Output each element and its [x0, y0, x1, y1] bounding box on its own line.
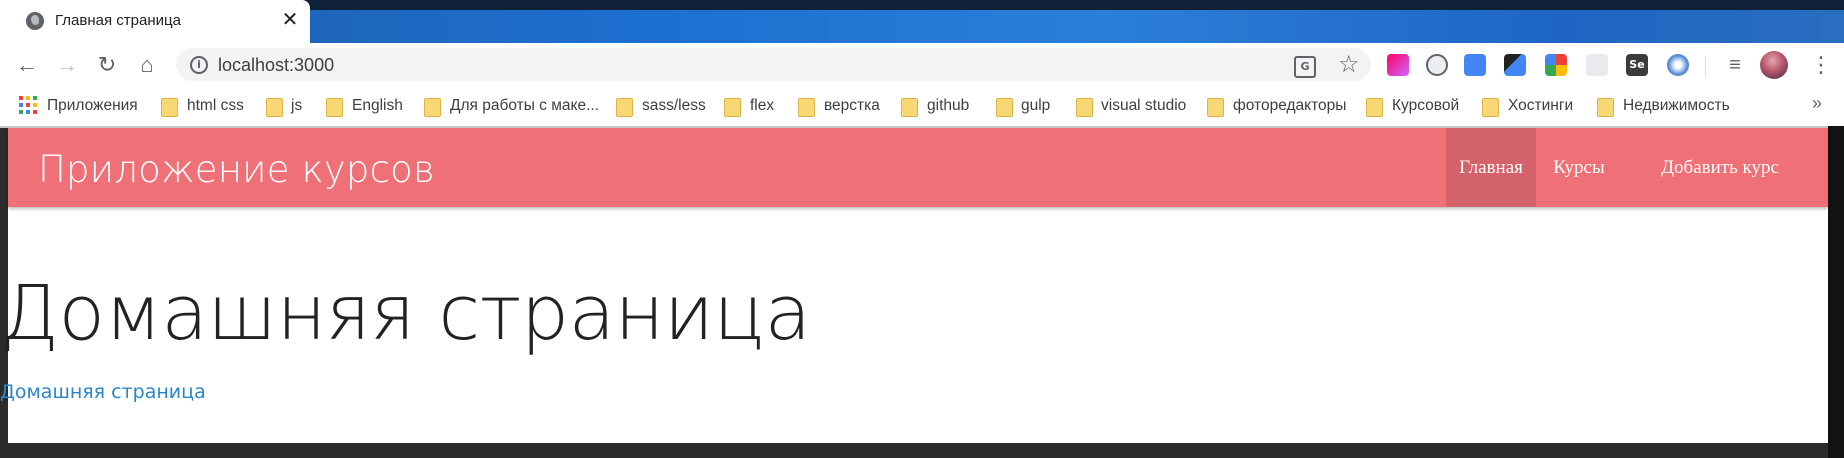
bookmark-kursovoy[interactable]: Курсовой [1392, 96, 1459, 116]
forward-icon[interactable]: → [52, 50, 82, 80]
folder-icon [1482, 98, 1499, 117]
folder-icon [616, 98, 633, 117]
window-titlebar: Главная страница ✕ [0, 0, 1844, 43]
browser-tab[interactable]: Главная страница ✕ [0, 0, 310, 43]
home-icon[interactable]: ⌂ [132, 50, 162, 80]
globe-icon [26, 12, 44, 30]
nav-home[interactable]: Главная [1446, 128, 1536, 207]
extension-chat-icon[interactable] [1426, 54, 1448, 76]
url-text[interactable]: localhost:3000 [218, 55, 334, 76]
extension-translate-icon[interactable] [1464, 54, 1486, 76]
address-bar[interactable]: i localhost:3000 G ☆ [176, 48, 1371, 81]
page-viewport: Приложение курсов Главная Курсы Добавить… [0, 128, 1828, 443]
folder-icon [798, 98, 815, 117]
avatar[interactable] [1760, 51, 1788, 79]
page-title: Домашняя страница [0, 268, 811, 357]
folder-icon [1366, 98, 1383, 117]
folder-icon [161, 98, 178, 117]
titlebar-strip [300, 0, 1844, 10]
extension-grid-icon[interactable] [1545, 54, 1567, 76]
bookmark-verstka[interactable]: верстка [824, 96, 880, 116]
folder-icon [996, 98, 1013, 117]
toolbar-divider [1705, 56, 1706, 76]
tab-title: Главная страница [55, 12, 181, 29]
folder-icon [901, 98, 918, 117]
bookmark-flex[interactable]: flex [750, 96, 774, 116]
bookmark-realty[interactable]: Недвижимость [1623, 96, 1730, 116]
more-menu-icon[interactable]: ⋮ [1806, 50, 1836, 80]
apps-grid-icon[interactable] [19, 96, 37, 114]
folder-icon [266, 98, 283, 117]
bookmark-english[interactable]: English [352, 96, 403, 116]
bookmark-hosting[interactable]: Хостинги [1508, 96, 1573, 116]
info-icon[interactable]: i [190, 56, 208, 74]
folder-icon [326, 98, 343, 117]
bookmark-github[interactable]: github [927, 96, 969, 116]
translate-icon[interactable]: G [1294, 56, 1316, 78]
folder-icon [424, 98, 441, 117]
extension-blank-icon[interactable] [1586, 54, 1608, 76]
browser-toolbar: ← → ↻ ⌂ i localhost:3000 G ☆ Se ≡ ⋮ [0, 43, 1844, 86]
extension-eyedropper-icon[interactable] [1504, 54, 1526, 76]
more-bookmarks-icon[interactable]: » [1812, 93, 1822, 114]
back-icon[interactable]: ← [12, 50, 42, 80]
extension-selenium-icon[interactable]: Se [1626, 54, 1648, 76]
close-icon[interactable]: ✕ [280, 9, 300, 31]
window-edge [1828, 126, 1844, 458]
bookmark-gulp[interactable]: gulp [1021, 96, 1050, 116]
site-navbar: Приложение курсов Главная Курсы Добавить… [8, 128, 1828, 207]
media-control-icon[interactable]: ≡ [1720, 50, 1750, 80]
bookmark-js[interactable]: js [291, 96, 302, 116]
bookmark-visual-studio[interactable]: visual studio [1101, 96, 1186, 116]
bookmark-html-css[interactable]: html css [187, 96, 244, 116]
extension-gradient-icon[interactable] [1387, 54, 1409, 76]
bookmark-apps[interactable]: Приложения [47, 96, 138, 116]
folder-icon [724, 98, 741, 117]
bookmarks-bar: Приложения html css js English Для работ… [0, 86, 1844, 128]
folder-icon [1597, 98, 1614, 117]
folder-icon [1076, 98, 1093, 117]
site-brand[interactable]: Приложение курсов [38, 148, 435, 191]
bookmark-sass-less[interactable]: sass/less [642, 96, 706, 116]
bookmark-photo-editors[interactable]: фоторедакторы [1233, 96, 1346, 116]
bookmark-maket[interactable]: Для работы с маке... [450, 96, 599, 116]
nav-add-course[interactable]: Добавить курс [1622, 128, 1818, 207]
reload-icon[interactable]: ↻ [92, 50, 122, 80]
bookmark-star-icon[interactable]: ☆ [1338, 50, 1360, 79]
extension-circle-icon[interactable] [1667, 54, 1689, 76]
folder-icon [1207, 98, 1224, 117]
nav-courses[interactable]: Курсы [1536, 128, 1622, 207]
home-link[interactable]: Домашняя страница [0, 381, 206, 403]
